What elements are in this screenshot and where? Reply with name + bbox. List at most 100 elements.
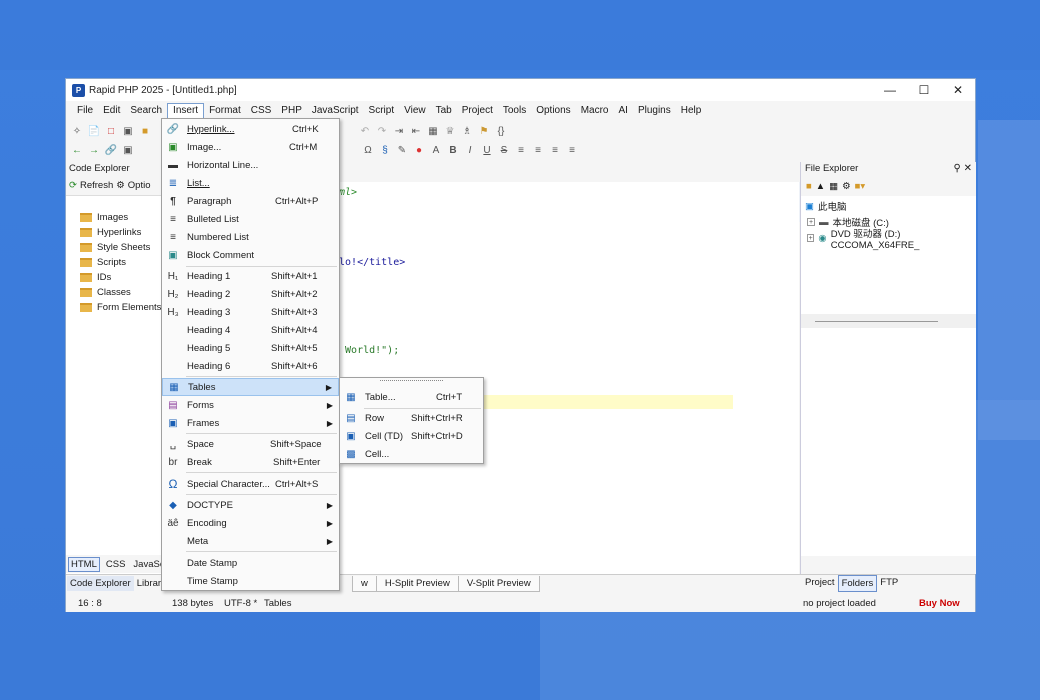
view-mode-icon[interactable]: ▦ xyxy=(829,181,838,192)
refresh-button[interactable]: Refresh xyxy=(80,180,113,191)
indent-icon[interactable]: ⇥ xyxy=(392,124,406,138)
menu-item-image[interactable]: ▣ Image... Ctrl+M xyxy=(162,138,339,156)
folder-menu-icon[interactable]: ■▾ xyxy=(855,181,866,192)
tab-code-explorer[interactable]: Code Explorer xyxy=(67,576,134,591)
menu-css[interactable]: CSS xyxy=(246,103,277,119)
menu-item-break[interactable]: br Break Shift+Enter xyxy=(162,453,339,471)
tab-preview[interactable]: w xyxy=(352,575,377,592)
submenu-item-cell-td[interactable]: ▣ Cell (TD) Shift+Ctrl+D xyxy=(340,427,483,445)
menu-item-frames[interactable]: ▣ Frames ▶ xyxy=(162,414,339,432)
menu-help[interactable]: Help xyxy=(676,103,707,119)
menu-javascript[interactable]: JavaScript xyxy=(307,103,364,119)
menu-edit[interactable]: Edit xyxy=(98,103,125,119)
encoding-status[interactable]: UTF-8 * xyxy=(224,598,257,609)
minimize-button[interactable]: — xyxy=(873,79,907,101)
underline-icon[interactable]: U xyxy=(480,143,494,157)
link-toolbar-icon[interactable]: 🔗 xyxy=(104,143,118,157)
menu-item-date-stamp[interactable]: Date Stamp xyxy=(162,554,339,572)
close-button[interactable]: ✕ xyxy=(941,79,975,101)
redo-icon[interactable]: ↷ xyxy=(375,124,389,138)
new-file-icon[interactable]: ✧ xyxy=(70,124,84,138)
menu-search[interactable]: Search xyxy=(125,103,167,119)
submenu-grip[interactable] xyxy=(380,380,443,385)
code-icon[interactable]: {} xyxy=(494,124,508,138)
pin-close-icon[interactable]: ⚲ ✕ xyxy=(954,162,972,176)
find-icon[interactable]: ♕ xyxy=(443,124,457,138)
tree-item[interactable]: Hyperlinks xyxy=(80,225,162,240)
folder-icon[interactable]: ■ xyxy=(138,124,152,138)
menu-view[interactable]: View xyxy=(399,103,431,119)
submenu-item-cell-dialog[interactable]: ▩ Cell... xyxy=(340,445,483,463)
menu-item-forms[interactable]: ▤ Forms ▶ xyxy=(162,396,339,414)
menu-item-heading-3[interactable]: H₃ Heading 3 Shift+Alt+3 xyxy=(162,303,339,321)
menu-script[interactable]: Script xyxy=(364,103,400,119)
up-folder-icon[interactable]: ▲ xyxy=(816,181,825,192)
color-icon[interactable]: ● xyxy=(412,143,426,157)
menu-item-heading-5[interactable]: Heading 5 Shift+Alt+5 xyxy=(162,339,339,357)
tab-html[interactable]: HTML xyxy=(68,556,100,572)
tree-item[interactable]: Scripts xyxy=(80,255,162,270)
back-icon[interactable]: ← xyxy=(70,143,84,157)
tree-item-drive-d[interactable]: + ◉ DVD 驱动器 (D:) CCCOMA_X64FRE_ xyxy=(805,229,976,251)
menu-item-encoding[interactable]: äê Encoding ▶ xyxy=(162,514,339,532)
tree-item[interactable]: Form Elements xyxy=(80,300,162,315)
buy-now-link[interactable]: Buy Now xyxy=(919,598,960,609)
tab-v-split-preview[interactable]: V-Split Preview xyxy=(457,575,540,592)
submenu-item-table[interactable]: ▦ Table... Ctrl+T xyxy=(340,388,483,406)
menu-php[interactable]: PHP xyxy=(276,103,307,119)
forward-icon[interactable]: → xyxy=(87,143,101,157)
bold-icon[interactable]: B xyxy=(446,143,460,157)
pane-splitter[interactable] xyxy=(801,314,976,328)
menu-item-list[interactable]: ≣ List... xyxy=(162,174,339,192)
menu-insert[interactable]: Insert xyxy=(167,103,205,119)
options-button[interactable]: Optio xyxy=(128,180,151,191)
tab-ftp[interactable]: FTP xyxy=(877,575,901,592)
menu-item-doctype[interactable]: ◆ DOCTYPE ▶ xyxy=(162,496,339,514)
menu-item-heading-2[interactable]: H₂ Heading 2 Shift+Alt+2 xyxy=(162,285,339,303)
replace-icon[interactable]: ♗ xyxy=(460,124,474,138)
tree-item[interactable]: IDs xyxy=(80,270,162,285)
font-size-icon[interactable]: A xyxy=(429,143,443,157)
tab-project[interactable]: Project xyxy=(802,575,838,592)
menu-options[interactable]: Options xyxy=(531,103,575,119)
pdf-icon[interactable]: □ xyxy=(104,124,118,138)
menu-ai[interactable]: AI xyxy=(613,103,632,119)
justify-icon[interactable]: ≡ xyxy=(565,143,579,157)
menu-item-heading-1[interactable]: H₁ Heading 1 Shift+Alt+1 xyxy=(162,267,339,285)
tab-folders[interactable]: Folders xyxy=(837,575,878,592)
menu-tab[interactable]: Tab xyxy=(431,103,457,119)
menu-item-paragraph[interactable]: ¶ Paragraph Ctrl+Alt+P xyxy=(162,192,339,210)
gear-icon[interactable]: ⚙ xyxy=(116,180,125,191)
menu-plugins[interactable]: Plugins xyxy=(633,103,676,119)
italic-icon[interactable]: I xyxy=(463,143,477,157)
view-icon[interactable]: ▦ xyxy=(426,124,440,138)
menu-item-heading-4[interactable]: Heading 4 Shift+Alt+4 xyxy=(162,321,339,339)
menu-item-tables[interactable]: ▦ Tables ▶ xyxy=(162,378,339,396)
tree-item[interactable]: Style Sheets xyxy=(80,240,162,255)
menu-item-time-stamp[interactable]: Time Stamp xyxy=(162,572,339,590)
omega-toolbar-icon[interactable]: Ω xyxy=(361,143,375,157)
menu-item-numbered-list[interactable]: ≡ Numbered List xyxy=(162,228,339,246)
menu-item-bulleted-list[interactable]: ≡ Bulleted List xyxy=(162,210,339,228)
menu-item-meta[interactable]: Meta ▶ xyxy=(162,532,339,550)
save-icon[interactable]: ▣ xyxy=(121,124,135,138)
menu-file[interactable]: File xyxy=(72,103,98,119)
expand-icon[interactable]: + xyxy=(807,234,815,242)
outdent-icon[interactable]: ⇤ xyxy=(409,124,423,138)
align-center-icon[interactable]: ≡ xyxy=(531,143,545,157)
menu-item-block-comment[interactable]: ▣ Block Comment xyxy=(162,246,339,264)
expand-icon[interactable]: + xyxy=(807,218,815,226)
submenu-item-row[interactable]: ▤ Row Shift+Ctrl+R xyxy=(340,409,483,427)
tab-h-split-preview[interactable]: H-Split Preview xyxy=(375,575,459,592)
menu-format[interactable]: Format xyxy=(204,103,246,119)
menu-item-horizontal-line[interactable]: ▬ Horizontal Line... xyxy=(162,156,339,174)
menu-tools[interactable]: Tools xyxy=(498,103,531,119)
menu-macro[interactable]: Macro xyxy=(576,103,614,119)
refresh-icon[interactable]: ⟳ xyxy=(69,180,77,191)
css-icon[interactable]: § xyxy=(378,143,392,157)
align-left-icon[interactable]: ≡ xyxy=(514,143,528,157)
bookmark-icon[interactable]: ⚑ xyxy=(477,124,491,138)
menu-item-space[interactable]: ␣ Space Shift+Space xyxy=(162,435,339,453)
strike-icon[interactable]: S xyxy=(497,143,511,157)
open-folder-icon[interactable]: ■ xyxy=(806,181,812,192)
